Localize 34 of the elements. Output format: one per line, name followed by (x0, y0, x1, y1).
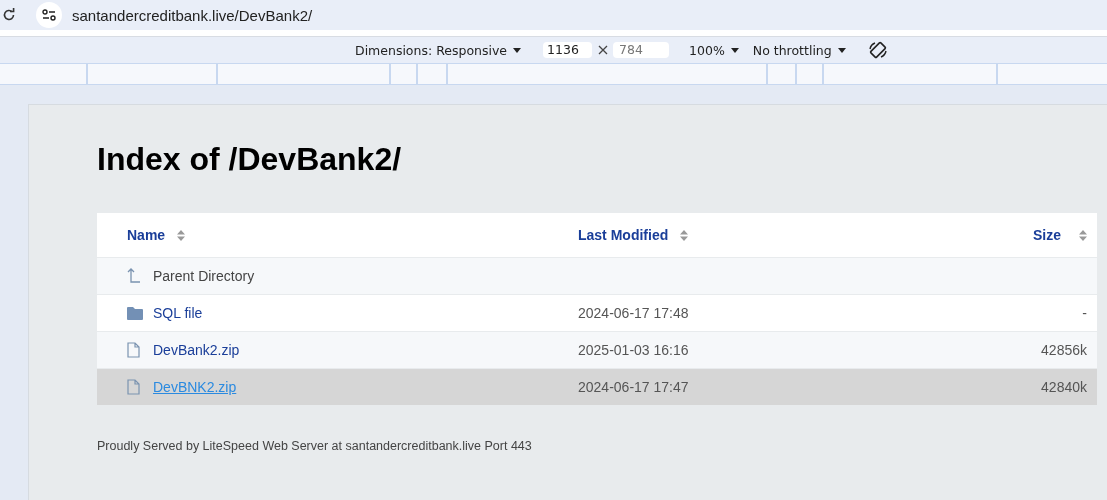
file-link[interactable]: Parent Directory (153, 268, 255, 284)
times-icon (598, 45, 609, 55)
table-row[interactable]: DevBNK2.zip 2024-06-17 17:47 42840k (97, 369, 1097, 406)
reload-icon[interactable] (2, 8, 16, 22)
file-link[interactable]: DevBank2.zip (153, 342, 240, 358)
file-size: - (1082, 305, 1087, 321)
zoom-dropdown[interactable]: 100% (689, 42, 739, 58)
file-size: 42856k (1041, 342, 1087, 358)
file-size: 42840k (1041, 379, 1087, 395)
sort-icon[interactable] (177, 229, 186, 241)
caret-icon[interactable] (513, 47, 522, 53)
modified-date: 2024-06-17 17:48 (578, 305, 689, 321)
height-field[interactable]: 784 (613, 42, 670, 58)
column-header[interactable]: Name (127, 227, 166, 243)
throttling-dropdown[interactable]: No throttling (752, 42, 846, 58)
sort-icon[interactable] (680, 229, 689, 241)
width-field[interactable]: 1136 (543, 42, 593, 58)
column-header[interactable]: Size (1033, 227, 1061, 243)
dimensions-dropdown[interactable]: Dimensions: Responsive (355, 42, 522, 58)
server-footer: Proudly Served by LiteSpeed Web Server at santandercreditbank.live Port 443 (97, 439, 1097, 453)
caret-icon[interactable] (730, 47, 739, 53)
folder-icon (127, 306, 144, 320)
rotate-icon[interactable] (867, 40, 888, 60)
sort-icon[interactable] (1079, 229, 1087, 241)
url-text[interactable]: santandercreditbank.live/DevBank2/ (72, 6, 313, 24)
site-settings-icon[interactable] (36, 2, 62, 28)
table-row[interactable]: DevBank2.zip 2025-01-03 16:16 42856k (97, 332, 1097, 369)
column-header[interactable]: Last Modified (578, 227, 669, 243)
file-link[interactable]: SQL file (153, 305, 203, 321)
caret-icon[interactable] (837, 47, 846, 53)
modified-date: 2024-06-17 17:47 (578, 379, 689, 395)
table-row[interactable]: Parent Directory (97, 258, 1097, 295)
page-title: Index of /DevBank2/ (97, 141, 403, 179)
modified-date: 2025-01-03 16:16 (578, 342, 689, 358)
